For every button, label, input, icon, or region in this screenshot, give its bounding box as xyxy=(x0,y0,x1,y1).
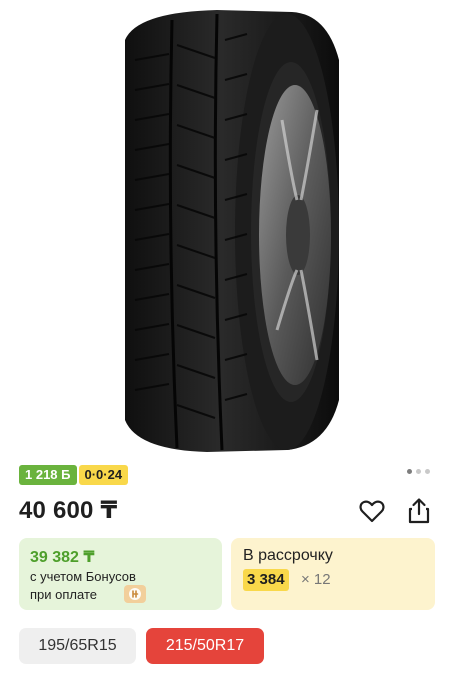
bonus-price-card[interactable]: 39 382 ₸ с учетом Бонусов при оплате xyxy=(19,538,222,610)
payment-note: при оплате xyxy=(30,587,97,602)
size-option[interactable]: 195/65R15 xyxy=(19,628,136,664)
bonus-badge: 1 218 Б xyxy=(19,465,77,485)
promo-badges: 1 218 Б 0·0·24 xyxy=(19,465,129,485)
size-option-selected[interactable]: 215/50R17 xyxy=(146,628,264,664)
product-price: 40 600 ₸ xyxy=(19,497,118,524)
gallery-dot[interactable] xyxy=(416,469,421,474)
gallery-dot[interactable] xyxy=(425,469,430,474)
installment-months: × 12 xyxy=(301,571,331,588)
share-button[interactable] xyxy=(404,496,434,526)
gallery-dot[interactable] xyxy=(407,469,412,474)
favorite-button[interactable] xyxy=(357,496,387,526)
bonus-price: 39 382 ₸ xyxy=(30,549,95,566)
tire-image xyxy=(125,10,339,452)
installment-amount: 3 384 xyxy=(243,569,289,591)
installment-badge: 0·0·24 xyxy=(78,465,129,485)
heart-icon xyxy=(359,500,385,523)
product-page: 1 218 Б 0·0·24 40 600 ₸ 39 382 ₸ с учето… xyxy=(0,0,454,699)
share-icon xyxy=(408,498,430,524)
gallery-pagination xyxy=(407,469,430,474)
bonus-note: с учетом Бонусов xyxy=(30,569,136,584)
wallet-icon xyxy=(129,588,141,600)
payment-method-chip xyxy=(124,585,146,603)
installment-title: В рассрочку xyxy=(243,547,333,564)
installment-card[interactable]: В рассрочку 3 384 × 12 xyxy=(231,538,435,610)
product-image[interactable] xyxy=(0,0,454,458)
